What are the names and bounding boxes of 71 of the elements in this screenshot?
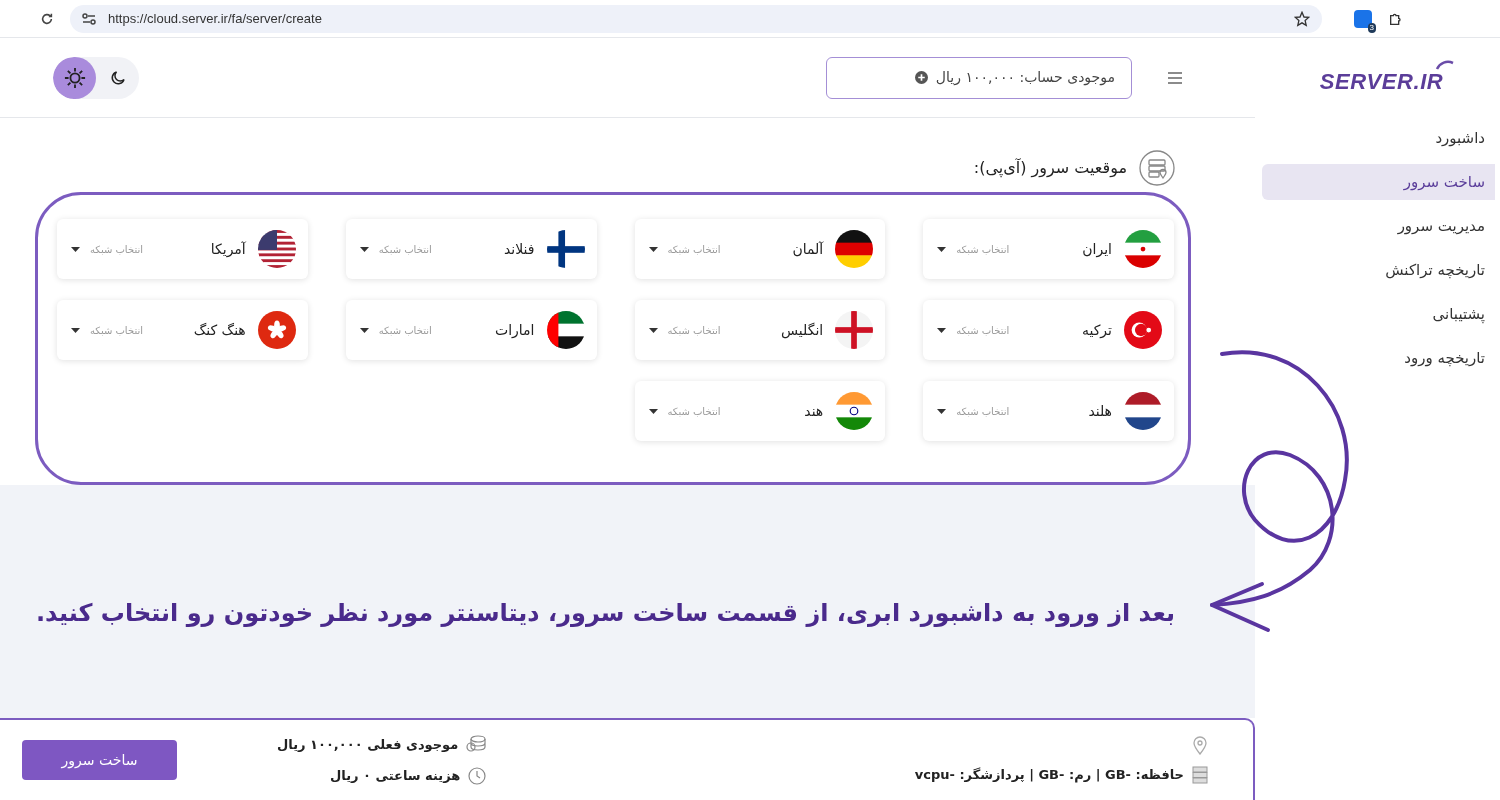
country-card[interactable]: ایران انتخاب شبکه (923, 219, 1174, 279)
caret-icon (71, 246, 80, 252)
create-server-button[interactable]: ساخت سرور (22, 740, 177, 780)
sidebar-item[interactable]: پشتیبانی (1262, 296, 1495, 332)
flag-icon (546, 311, 585, 349)
flag-icon (257, 311, 296, 349)
country-name: هلند (1087, 401, 1112, 421)
country-card[interactable]: آمریکا انتخاب شبکه (57, 219, 308, 279)
server-icon (1192, 766, 1208, 784)
section-title: موقعیت سرور (آی‌پی): (973, 157, 1127, 180)
current-balance-text: موجودی فعلی ۱۰۰,۰۰۰ ریال (277, 735, 459, 754)
extension-badge: 3 (1367, 22, 1376, 33)
country-card[interactable]: هند انتخاب شبکه (634, 381, 886, 441)
country-card[interactable]: هلند انتخاب شبکه (923, 381, 1174, 441)
specs-text: حافظه: -GB | رم: -GB | پردازشگر: -vcpu (914, 766, 1184, 785)
address-bar[interactable]: https://cloud.server.ir/fa/server/create (70, 4, 1322, 33)
sidebar-item[interactable]: داشبورد (1262, 120, 1495, 156)
location-pin-icon (1192, 735, 1208, 756)
country-name: هنگ کنگ (192, 320, 246, 340)
sidebar-item[interactable]: ساخت سرور (1262, 164, 1495, 200)
country-card[interactable]: آلمان انتخاب شبکه (634, 219, 886, 279)
country-name: امارات (494, 320, 535, 340)
star-icon[interactable] (1294, 10, 1310, 27)
coins-icon (466, 735, 487, 754)
flag-icon (835, 392, 874, 430)
country-name: آمریکا (209, 239, 246, 260)
country-card[interactable]: ترکیه انتخاب شبکه (923, 300, 1174, 360)
flag-icon (546, 230, 585, 268)
sidebar-item[interactable]: مدیریت سرور (1262, 208, 1495, 244)
country-name: انگلیس (780, 320, 824, 341)
logo: SERVER.IR (1319, 58, 1456, 98)
country-card[interactable]: امارات انتخاب شبکه (345, 300, 597, 360)
caret-icon (937, 408, 947, 414)
flag-icon (835, 311, 874, 349)
sun-icon (63, 66, 86, 89)
balance-text: موجودی حساب: ۱۰۰,۰۰۰ ریال (935, 68, 1115, 88)
country-name: هند (803, 401, 824, 421)
plus-circle-icon[interactable] (914, 71, 928, 84)
caret-icon (937, 246, 947, 252)
server-location-icon (1139, 150, 1175, 186)
menu-icon[interactable] (1168, 71, 1182, 84)
balance-box[interactable]: موجودی حساب: ۱۰۰,۰۰۰ ریال (826, 56, 1132, 99)
caret-icon (937, 327, 947, 333)
reload-icon[interactable] (40, 11, 54, 26)
caret-icon (648, 327, 658, 333)
flag-icon (1124, 392, 1162, 430)
sidebar-item[interactable]: تاریخچه ورود (1262, 340, 1495, 376)
light-mode-button[interactable] (53, 56, 96, 99)
clock-icon (468, 766, 487, 785)
flag-icon (257, 230, 296, 268)
country-card[interactable]: فنلاند انتخاب شبکه (345, 219, 597, 279)
caret-icon (359, 327, 369, 333)
caret-icon (648, 408, 658, 414)
url-text: https://cloud.server.ir/fa/server/create (108, 9, 323, 28)
country-name: آلمان (791, 239, 824, 259)
tune-icon (82, 12, 96, 25)
country-card[interactable]: انگلیس انتخاب شبکه (634, 300, 886, 360)
country-name: ترکیه (1080, 320, 1112, 341)
country-name: فنلاند (503, 239, 535, 259)
caret-icon (648, 246, 658, 252)
country-card[interactable]: هنگ کنگ انتخاب شبکه (57, 300, 308, 360)
caret-icon (359, 246, 369, 252)
sidebar-item[interactable]: تاریخچه تراکنش (1262, 252, 1495, 288)
caret-icon (71, 327, 80, 333)
extension-button[interactable] (1354, 9, 1372, 28)
annotation-caption: بعد از ورود به داشبورد ابری، از قسمت ساخت سرور، دیتاسنتر مورد نظر خودتون رو انتخاب کنید. (36, 599, 1175, 627)
flag-icon (835, 230, 874, 268)
flag-icon (1124, 230, 1162, 268)
country-name: ایران (1081, 239, 1112, 260)
flag-icon (1124, 311, 1162, 349)
hourly-cost-text: هزینه ساعتی ۰ ریال (330, 767, 461, 785)
